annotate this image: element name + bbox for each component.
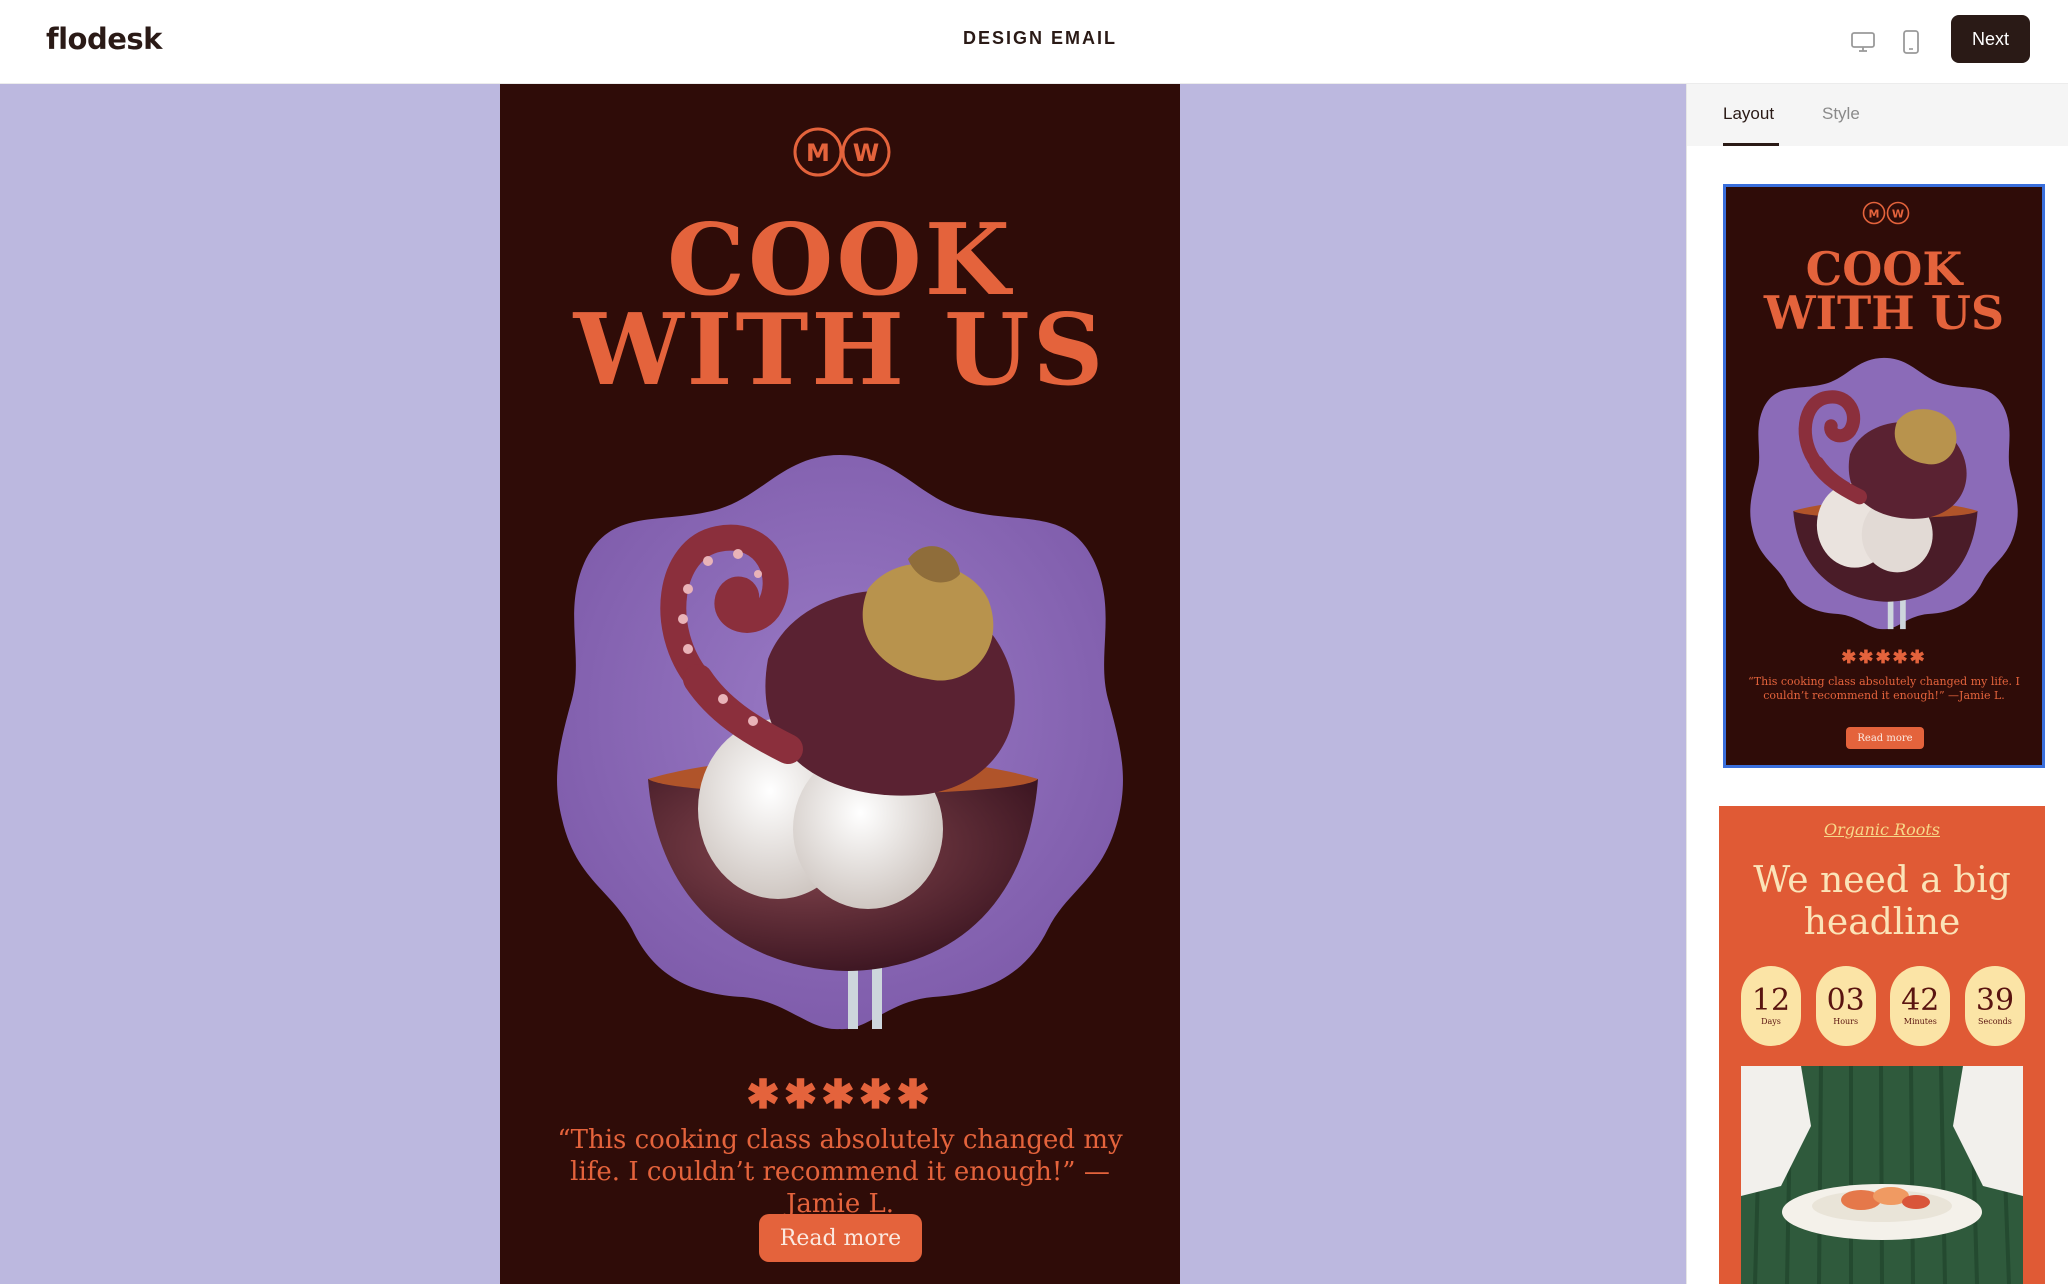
tab-layout[interactable]: Layout xyxy=(1723,104,1774,124)
countdown-hours: 03 Hours xyxy=(1815,966,1876,1046)
countdown-value: 42 xyxy=(1901,983,1940,1018)
template-quote: “This cooking class absolutely changed m… xyxy=(1748,675,2020,702)
countdown-label: Hours xyxy=(1833,1017,1859,1026)
template-headline: We need a big headline xyxy=(1753,860,2011,943)
mobile-icon xyxy=(1903,30,1919,54)
design-canvas: M W COOK WITH US ✱✱✱✱✱ “This cooking cla… xyxy=(0,84,1686,1284)
mw-logo-icon: M W xyxy=(793,127,891,177)
countdown-seconds: 39 Seconds xyxy=(1964,966,2025,1046)
svg-text:M: M xyxy=(1869,208,1880,221)
template-read-more-button: Read more xyxy=(1846,727,1924,749)
template-headline: COOK WITH US xyxy=(1726,242,2042,340)
email-headline[interactable]: COOK WITH US xyxy=(500,212,1180,408)
tab-style[interactable]: Style xyxy=(1822,104,1860,124)
top-bar: flodesk DESIGN EMAIL Next xyxy=(0,0,2068,84)
mobile-preview-button[interactable] xyxy=(1895,26,1927,58)
testimonial-quote[interactable]: “This cooking class absolutely changed m… xyxy=(540,1124,1140,1220)
template-photo xyxy=(1741,1066,2023,1284)
rating-stars: ✱✱✱✱✱ xyxy=(746,1073,934,1117)
template-countdown[interactable]: Organic Roots We need a big headline 12 … xyxy=(1719,806,2045,1284)
countdown-label: Seconds xyxy=(1978,1017,2012,1026)
svg-text:M: M xyxy=(806,139,830,167)
template-headline-line-2: WITH US xyxy=(1763,286,2005,340)
svg-text:W: W xyxy=(853,139,879,167)
svg-text:W: W xyxy=(1892,208,1904,221)
countdown-label: Minutes xyxy=(1903,1017,1937,1026)
template-rating-stars: ✱✱✱✱✱ xyxy=(1841,647,1927,667)
template-cook-with-us[interactable]: M W COOK WITH US ✱✱✱✱✱ “This cooking cla… xyxy=(1723,184,2045,768)
panel-tabs: Layout Style xyxy=(1687,84,2068,146)
read-more-button[interactable]: Read more xyxy=(759,1214,922,1262)
desktop-icon xyxy=(1851,32,1875,52)
template-brand-name: Organic Roots xyxy=(1824,820,1940,839)
countdown-days: 12 Days xyxy=(1741,966,1801,1046)
headline-line-2: WITH US xyxy=(573,293,1107,408)
layout-panel: Layout Style M W COOK WITH US ✱✱✱✱✱ “Thi… xyxy=(1686,84,2068,1284)
page-title: DESIGN EMAIL xyxy=(962,28,1117,48)
next-button[interactable]: Next xyxy=(1951,15,2030,63)
countdown-value: 39 xyxy=(1975,983,2015,1018)
countdown-timer: 12 Days 03 Hours 42 Minutes 39 Seconds xyxy=(1741,966,2025,1046)
active-tab-indicator xyxy=(1723,143,1779,146)
countdown-value: 12 xyxy=(1751,983,1791,1018)
template-hero-image xyxy=(1750,357,2018,630)
email-preview[interactable]: M W COOK WITH US ✱✱✱✱✱ “This cooking cla… xyxy=(500,84,1180,1284)
hero-image[interactable] xyxy=(548,449,1132,1033)
countdown-label: Days xyxy=(1761,1017,1781,1026)
mw-logo-icon: M W xyxy=(1862,201,1910,225)
countdown-value: 03 xyxy=(1826,983,1865,1018)
desktop-preview-button[interactable] xyxy=(1847,26,1879,58)
template-headline-line-1: COOK xyxy=(1805,242,1963,296)
countdown-minutes: 42 Minutes xyxy=(1890,966,1951,1046)
